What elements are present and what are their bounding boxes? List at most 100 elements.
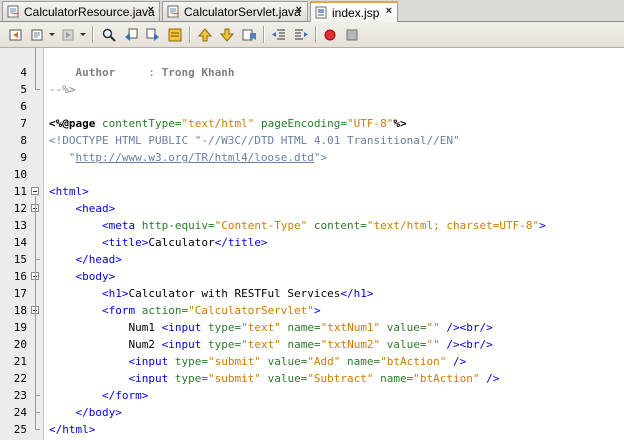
code-text: <title>Calculator</title> — [49, 234, 268, 251]
code-line[interactable]: 8 <!DOCTYPE HTML PUBLIC "-//W3C//DTD HTML… — [0, 132, 624, 149]
code-token: value= — [380, 321, 427, 334]
code-line[interactable]: 12 <head> — [0, 200, 624, 217]
code-text: <head> — [49, 200, 116, 217]
code-line[interactable]: 14 <title>Calculator</title> — [0, 234, 624, 251]
chevron-down-icon[interactable] — [49, 33, 55, 36]
line-number: 11 — [13, 185, 27, 198]
code-line[interactable]: 6 — [0, 98, 624, 115]
line-number: 19 — [13, 321, 27, 334]
line-number: 15 — [13, 253, 27, 266]
toolbar-separator — [315, 26, 317, 43]
code-line[interactable]: 10 — [0, 166, 624, 183]
code-line[interactable]: 15 </head> — [0, 251, 624, 268]
forward-dropdown-icon[interactable] — [58, 25, 78, 44]
code-token: value= — [380, 338, 427, 351]
close-tab-icon[interactable]: × — [148, 4, 154, 16]
code-line[interactable]: 23 </form> — [0, 387, 624, 404]
start-macro-icon[interactable] — [320, 25, 340, 44]
toolbar-separator — [189, 26, 191, 43]
code-line[interactable]: 19 Num1 <input type="text" name="txtNum1… — [0, 319, 624, 336]
stop-macro-icon[interactable] — [342, 25, 362, 44]
history-dropdown-icon[interactable] — [28, 25, 48, 44]
code-line[interactable]: 5 --%> — [0, 81, 624, 98]
code-token: Num2 — [49, 338, 162, 351]
code-text: Num2 <input type="text" name="txtNum2" v… — [49, 336, 493, 353]
code-line[interactable]: 13 <meta http-equiv="Content-Type" conte… — [0, 217, 624, 234]
shift-right-icon[interactable] — [291, 25, 311, 44]
code-line[interactable]: 18 <form action="CalculatorServlet"> — [0, 302, 624, 319]
code-text: </body> — [49, 404, 122, 421]
line-number: 20 — [13, 338, 27, 351]
fold-toggle-icon[interactable] — [31, 187, 39, 195]
code-line[interactable]: 7 <%@page contentType="text/html" pageEnc… — [0, 115, 624, 132]
tab-calculator-resource[interactable]: CalculatorResource.java × — [2, 1, 160, 21]
tab-label: CalculatorServlet.java — [184, 4, 301, 19]
code-editor[interactable]: 4 Author : Trong Khanh 5 --%> 6 7 <%@page con… — [0, 48, 624, 440]
code-text: </head> — [49, 251, 122, 268]
code-text: </html> — [49, 421, 95, 438]
code-token: /> — [479, 372, 500, 385]
java-file-icon — [6, 5, 20, 19]
code-token: <input — [128, 355, 175, 368]
code-token: Calculator — [148, 236, 215, 249]
code-token: </body> — [75, 406, 122, 419]
shift-left-icon[interactable] — [269, 25, 289, 44]
code-token: Author — [75, 66, 116, 79]
find-previous-icon[interactable] — [121, 25, 141, 44]
code-line[interactable]: 20 Num2 <input type="text" name="txtNum2… — [0, 336, 624, 353]
code-token: "" — [426, 338, 440, 351]
code-line[interactable]: 22 <input type="submit" value="Subtract"… — [0, 370, 624, 387]
code-line[interactable]: 9 "http://www.w3.org/TR/html4/loose.dtd"… — [0, 149, 624, 166]
code-token: <meta — [101, 219, 142, 232]
toggle-highlight-icon[interactable] — [165, 25, 185, 44]
code-token: type= — [207, 321, 242, 334]
code-token: "UTF-8" — [347, 117, 394, 130]
code-line[interactable]: 4 Author : Trong Khanh — [0, 64, 624, 81]
code-token: value= — [260, 372, 308, 385]
code-token: value= — [260, 355, 308, 368]
close-tab-icon[interactable]: × — [386, 5, 392, 17]
find-icon[interactable] — [99, 25, 119, 44]
chevron-down-icon[interactable] — [80, 33, 86, 36]
code-token: </form> — [101, 389, 149, 402]
code-line[interactable]: 25 </html> — [0, 421, 624, 438]
line-number: 13 — [13, 219, 27, 232]
code-token: "" — [426, 321, 440, 334]
previous-bookmark-icon[interactable] — [195, 25, 215, 44]
toggle-bookmark-icon[interactable] — [239, 25, 259, 44]
code-token: "CalculatorServlet" — [188, 304, 314, 317]
code-token: "txtNum1" — [320, 321, 381, 334]
code-text: Author : Trong Khanh — [49, 64, 235, 81]
code-token: /><br/> — [439, 338, 493, 351]
code-token: /> — [446, 355, 467, 368]
code-token: Num1 — [49, 321, 162, 334]
next-bookmark-icon[interactable] — [217, 25, 237, 44]
line-number: 25 — [13, 423, 27, 436]
back-icon[interactable] — [6, 25, 26, 44]
tab-index-jsp[interactable]: index.jsp × — [310, 1, 398, 22]
tab-calculator-servlet[interactable]: CalculatorServlet.java × — [162, 1, 308, 21]
find-next-icon[interactable] — [143, 25, 163, 44]
code-token: "submit" — [207, 355, 261, 368]
code-token: > — [539, 219, 546, 232]
code-token: Trong Khanh — [161, 66, 235, 79]
code-line[interactable]: 24 </body> — [0, 404, 624, 421]
code-line[interactable]: 16 <body> — [0, 268, 624, 285]
close-tab-icon[interactable]: × — [296, 4, 302, 16]
code-token: : — [115, 66, 162, 79]
code-line[interactable]: 11 <html> — [0, 183, 624, 200]
code-token: type= — [174, 355, 208, 368]
code-token: <title> — [101, 236, 149, 249]
code-token: <h1> — [101, 287, 129, 300]
code-line[interactable]: 21 <input type="submit" value="Add" name… — [0, 353, 624, 370]
code-token: <input — [161, 338, 208, 351]
code-line[interactable]: 17 <h1>Calculator with RESTFul Services<… — [0, 285, 624, 302]
code-token: name= — [280, 321, 321, 334]
code-token: </title> — [214, 236, 268, 249]
